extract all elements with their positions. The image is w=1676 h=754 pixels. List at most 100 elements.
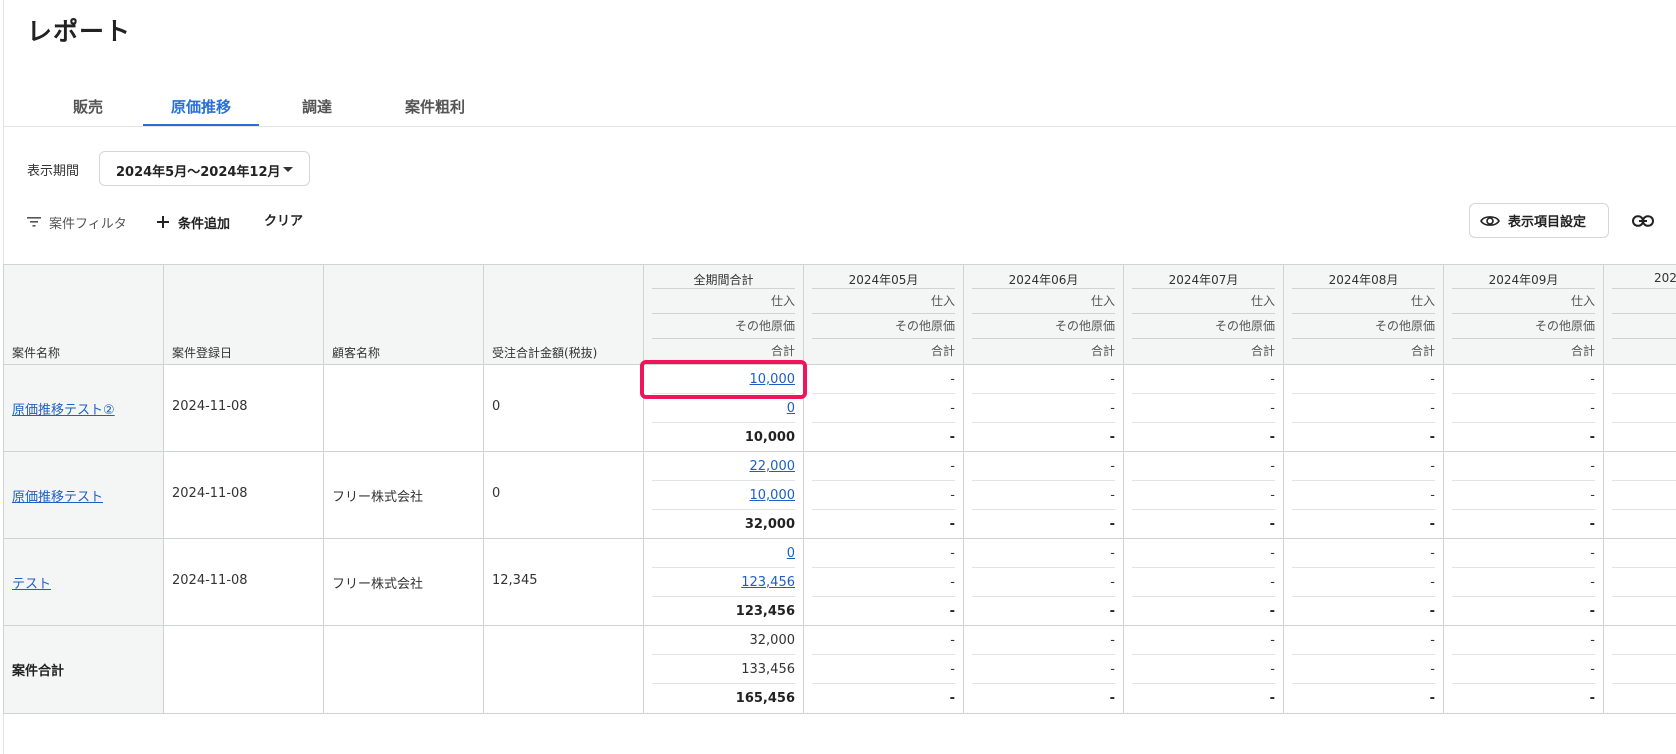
month-value: - xyxy=(1589,604,1595,619)
eye-icon xyxy=(1480,215,1500,226)
header-month: 2024 xyxy=(1654,271,1676,285)
header-month: 2024年09月 xyxy=(1488,273,1559,287)
project-filter-button[interactable]: 案件フィルタ xyxy=(27,212,127,232)
month-value: - xyxy=(972,655,1115,684)
purchase-value: 0 xyxy=(652,539,795,568)
registration-date: 2024-11-08 xyxy=(172,399,248,414)
purchase-value: 10,000 xyxy=(652,365,795,394)
customer-name: フリー株式会社 xyxy=(332,490,424,505)
period-select[interactable]: 2024年5月〜2024年12月 xyxy=(99,151,310,186)
header-month: 2024年05月 xyxy=(848,273,919,287)
month-value: - xyxy=(1292,394,1435,423)
month-value: - xyxy=(1452,365,1595,394)
other-cost-value: 123,456 xyxy=(652,568,795,597)
display-settings-button[interactable]: 表示項目設定 xyxy=(1469,203,1609,238)
month-value: - xyxy=(972,626,1115,655)
row-divider xyxy=(3,538,1676,539)
project-filter-label: 案件フィルタ xyxy=(49,216,127,232)
month-value: - xyxy=(1452,655,1595,684)
row-total-value: 123,456 xyxy=(735,604,795,619)
tab-procurement[interactable]: 調達 xyxy=(267,96,367,126)
purchase-value-link[interactable]: 0 xyxy=(787,546,795,561)
purchase-value-link[interactable]: 22,000 xyxy=(750,459,796,474)
cost-trend-table: 案件名称 原価推移テスト② 原価推移テスト テスト 案件合計 案件登録日 202… xyxy=(3,264,1676,714)
header-month: 2024年08月 xyxy=(1328,273,1399,287)
project-link[interactable]: 原価推移テスト xyxy=(12,486,103,505)
row-total-value: 10,000 xyxy=(744,430,795,445)
month-value: - xyxy=(1269,604,1275,619)
month-value: - xyxy=(1429,430,1435,445)
subheader-total: 合計 xyxy=(812,338,955,362)
subheader-other-cost: その他原価 xyxy=(1132,313,1275,337)
month-value: - xyxy=(1269,517,1275,532)
period-label: 表示期間 xyxy=(27,164,80,179)
col-order-amount: 受注合計金額(税抜) 0 0 12,345 xyxy=(483,265,643,713)
month-value: - xyxy=(1452,452,1595,481)
month-value: - xyxy=(1292,539,1435,568)
summary-label: 案件合計 xyxy=(12,664,65,679)
purchase-value-link[interactable]: 10,000 xyxy=(750,372,796,387)
tab-sales[interactable]: 販売 xyxy=(40,96,136,126)
month-value: - xyxy=(1292,481,1435,510)
col-month-2024-06: 2024年06月 仕入 その他原価 合計 - - - - - - - - - -… xyxy=(963,265,1123,713)
tab-project-gross-profit[interactable]: 案件粗利 xyxy=(375,96,495,126)
month-value: - xyxy=(1109,517,1115,532)
project-link[interactable]: テスト xyxy=(12,573,51,592)
subheader-other-cost: その他原価 xyxy=(1292,313,1435,337)
other-cost-value-link[interactable]: 0 xyxy=(787,401,795,416)
month-value: - xyxy=(1132,365,1275,394)
subheader-other-cost: その他原価 xyxy=(1452,313,1595,337)
project-link[interactable]: 原価推移テスト② xyxy=(12,399,115,418)
order-amount: 12,345 xyxy=(492,573,538,588)
registration-date: 2024-11-08 xyxy=(172,486,248,501)
period-value: 2024年5月〜2024年12月 xyxy=(116,165,281,180)
month-value: - xyxy=(949,604,955,619)
month-value: - xyxy=(812,655,955,684)
col-month-2024-09: 2024年09月 仕入 その他原価 合計 - - - - - - - - - -… xyxy=(1443,265,1603,713)
month-value: - xyxy=(1452,568,1595,597)
month-value: - xyxy=(812,626,955,655)
header-total-period: 全期間合計 xyxy=(693,273,754,287)
subheader-total: 合計 xyxy=(652,338,795,362)
row-divider xyxy=(3,451,1676,452)
report-tabs: 販売 原価推移 調達 案件粗利 xyxy=(3,86,1676,127)
subheader-purchase: 仕入 xyxy=(1132,288,1275,312)
month-value: - xyxy=(1452,394,1595,423)
subheader-total: 合計 xyxy=(972,338,1115,362)
month-value: - xyxy=(1292,568,1435,597)
copy-link-button[interactable] xyxy=(1630,208,1656,234)
header-month: 2024年06月 xyxy=(1008,273,1079,287)
summary-purchase-value: 32,000 xyxy=(652,626,795,655)
month-value: - xyxy=(1429,517,1435,532)
month-value: - xyxy=(1109,604,1115,619)
subheader-total: 合計 xyxy=(1132,338,1275,362)
header-registration-date: 案件登録日 xyxy=(172,346,233,360)
other-cost-value-link[interactable]: 123,456 xyxy=(741,575,795,590)
subheader-purchase: 仕入 xyxy=(812,288,955,312)
month-value: - xyxy=(949,691,955,706)
month-value: - xyxy=(1292,452,1435,481)
clear-button[interactable]: クリア xyxy=(264,212,303,232)
month-value: - xyxy=(1452,539,1595,568)
col-project-name: 案件名称 原価推移テスト② 原価推移テスト テスト 案件合計 xyxy=(3,265,163,713)
plus-icon xyxy=(157,216,169,228)
month-value: - xyxy=(949,430,955,445)
tab-cost-trend[interactable]: 原価推移 xyxy=(143,96,259,126)
subheader-total: 合計 xyxy=(1452,338,1595,362)
month-value: - xyxy=(1132,394,1275,423)
header-order-amount: 受注合計金額(税抜) xyxy=(492,346,598,360)
chevron-down-icon xyxy=(283,167,293,172)
col-customer-name: 顧客名称 フリー株式会社 フリー株式会社 xyxy=(323,265,483,713)
other-cost-value-link[interactable]: 10,000 xyxy=(750,488,796,503)
col-total-period: 全期間合計 仕入 その他原価 合計 10,000 0 10,000 22,000… xyxy=(643,265,803,713)
month-value: - xyxy=(972,452,1115,481)
order-amount: 0 xyxy=(492,486,501,501)
other-cost-value: 0 xyxy=(652,394,795,423)
subheader-purchase: 仕入 xyxy=(972,288,1115,312)
subheader-purchase: 仕入 xyxy=(1452,288,1595,312)
month-value: - xyxy=(1132,481,1275,510)
summary-total-value: 165,456 xyxy=(735,691,795,706)
add-condition-button[interactable]: 条件追加 xyxy=(156,212,230,232)
add-condition-label: 条件追加 xyxy=(178,216,231,232)
header-month: 2024年07月 xyxy=(1168,273,1239,287)
